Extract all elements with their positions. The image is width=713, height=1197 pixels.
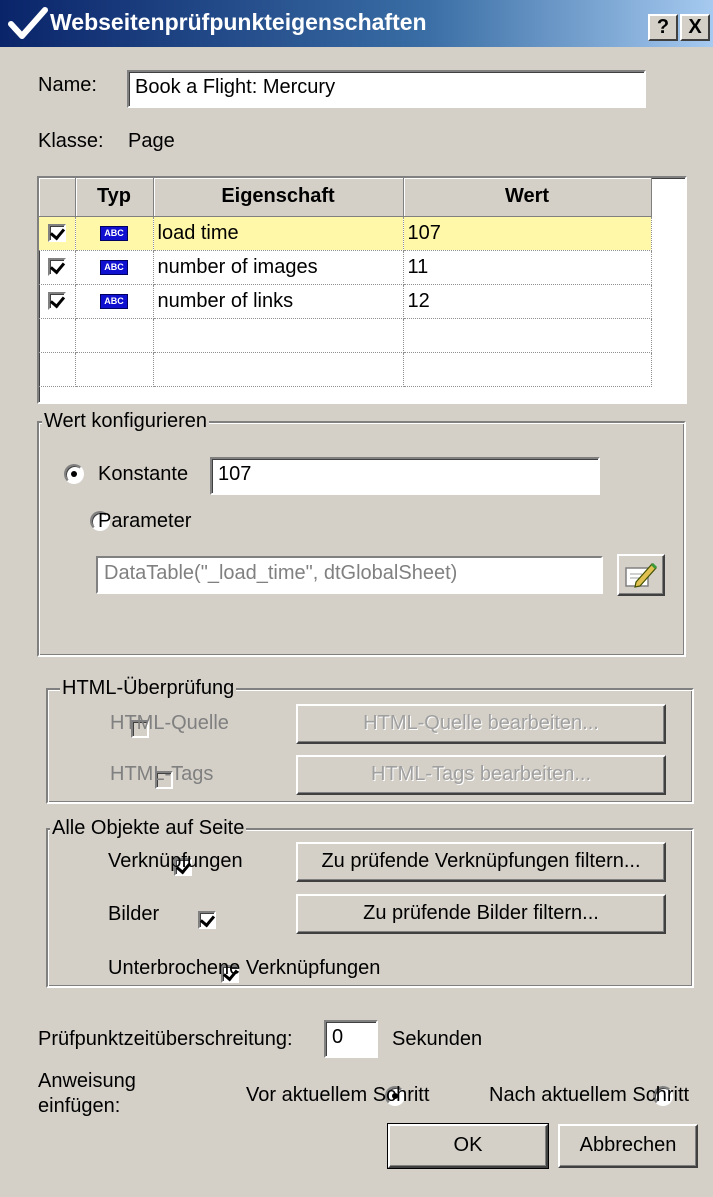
edit-parameter-button[interactable]: [617, 554, 665, 596]
row-checkbox[interactable]: [47, 292, 66, 311]
property-cell[interactable]: number of links: [153, 284, 404, 319]
empty-row: [39, 352, 652, 387]
value-cell[interactable]: 11: [403, 250, 652, 285]
constant-label[interactable]: Konstante: [98, 463, 188, 486]
images-label[interactable]: Bilder: [108, 903, 159, 926]
help-button[interactable]: ?: [648, 14, 678, 41]
class-label: Klasse:: [38, 130, 104, 152]
name-field[interactable]: Book a Flight: Mercury: [127, 70, 646, 108]
configure-value-legend: Wert konfigurieren: [42, 410, 210, 433]
html-tags-label: HTML-Tags: [110, 763, 214, 785]
class-value: Page: [128, 130, 175, 152]
name-label: Name:: [38, 74, 97, 96]
row-checkbox[interactable]: [47, 258, 66, 277]
broken-links-label[interactable]: Unterbrochene Verknüpfungen: [108, 957, 380, 980]
table-row[interactable]: ABC number of images 11: [39, 250, 652, 285]
column-header-check[interactable]: [39, 178, 76, 217]
timeout-field-value: 0: [332, 1026, 344, 1048]
name-field-value: Book a Flight: Mercury: [135, 76, 336, 98]
checkmark-icon: [8, 7, 48, 39]
insert-label-line2: einfügen:: [38, 1095, 121, 1117]
images-checkbox[interactable]: [197, 910, 216, 929]
timeout-field[interactable]: 0: [324, 1020, 378, 1058]
column-header-value[interactable]: Wert: [403, 178, 652, 217]
empty-row: [39, 318, 652, 353]
property-table: Typ Eigenschaft Wert ABC load time 107 A…: [39, 178, 652, 387]
timeout-label: Prüfpunktzeitüberschreitung:: [38, 1028, 293, 1050]
row-checkbox[interactable]: [47, 224, 66, 243]
edit-html-source-button[interactable]: HTML-Quelle bearbeiten...: [296, 704, 666, 744]
close-button[interactable]: X: [680, 14, 710, 41]
table-row[interactable]: ABC number of links 12: [39, 284, 652, 319]
cancel-button[interactable]: Abbrechen: [558, 1124, 698, 1168]
all-objects-legend: Alle Objekte auf Seite: [50, 817, 247, 840]
property-cell[interactable]: load time: [153, 216, 404, 251]
value-cell[interactable]: 107: [403, 216, 652, 251]
html-check-legend: HTML-Überprüfung: [60, 677, 237, 700]
window-title: Webseitenprüfpunkteigenschaften: [50, 9, 427, 35]
ok-button[interactable]: OK: [387, 1123, 549, 1169]
filter-links-button[interactable]: Zu prüfende Verknüpfungen filtern...: [296, 842, 666, 882]
abc-type-icon: ABC: [100, 225, 128, 241]
parameter-field: DataTable("_load_time", dtGlobalSheet): [96, 556, 603, 594]
edit-html-tags-button[interactable]: HTML-Tags bearbeiten...: [296, 755, 666, 795]
abc-type-icon: ABC: [100, 259, 128, 275]
parameter-field-value: DataTable("_load_time", dtGlobalSheet): [104, 562, 458, 584]
property-cell[interactable]: number of images: [153, 250, 404, 285]
after-step-label[interactable]: Nach aktuellem Schritt: [489, 1084, 689, 1107]
constant-field[interactable]: 107: [210, 457, 600, 495]
html-source-label: HTML-Quelle: [110, 712, 229, 734]
before-step-label[interactable]: Vor aktuellem Schritt: [246, 1084, 429, 1107]
constant-radio[interactable]: [64, 464, 84, 484]
insert-label-line1: Anweisung: [38, 1070, 136, 1092]
timeout-unit-label: Sekunden: [392, 1028, 483, 1050]
property-grid[interactable]: Typ Eigenschaft Wert ABC load time 107 A…: [37, 176, 687, 404]
edit-pencil-icon: [625, 562, 658, 588]
table-row[interactable]: ABC load time 107: [39, 216, 652, 251]
parameter-label[interactable]: Parameter: [98, 510, 191, 533]
links-label[interactable]: Verknüpfungen: [108, 850, 243, 873]
column-header-type[interactable]: Typ: [75, 178, 154, 217]
constant-field-value: 107: [218, 463, 252, 485]
abc-type-icon: ABC: [100, 293, 128, 309]
filter-images-button[interactable]: Zu prüfende Bilder filtern...: [296, 894, 666, 934]
value-cell[interactable]: 12: [403, 284, 652, 319]
column-header-property[interactable]: Eigenschaft: [153, 178, 404, 217]
